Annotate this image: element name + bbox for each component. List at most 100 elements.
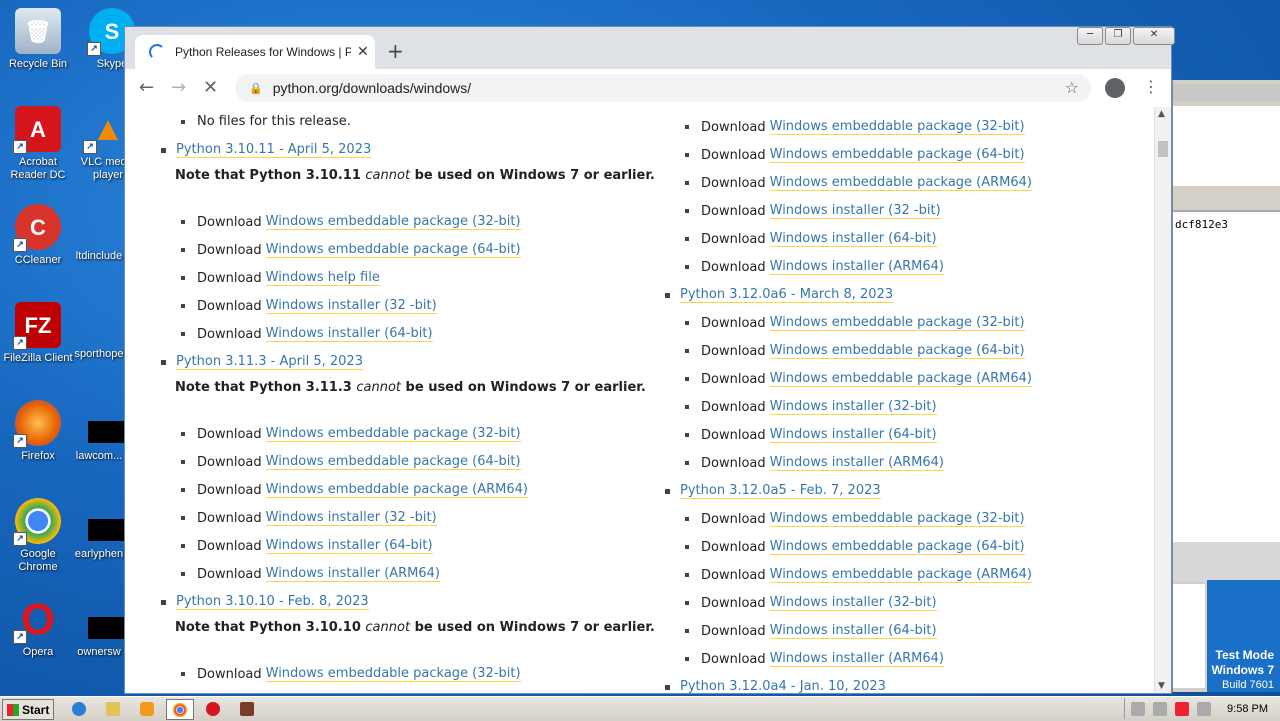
download-link[interactable]: Windows embeddable package (64-bit) <box>265 242 521 258</box>
url-text[interactable]: python.org/downloads/windows/ <box>273 80 471 96</box>
clock[interactable]: 9:58 PM <box>1227 703 1268 715</box>
new-tab-button[interactable]: + <box>387 39 404 63</box>
recycle-bin-label: Recycle Bin <box>8 58 68 70</box>
acrobat-label: Acrobat Reader DC <box>10 156 66 181</box>
no-files-text: No files for this release. <box>197 114 351 129</box>
address-bar[interactable]: 🔒 python.org/downloads/windows/ ☆ <box>235 74 1091 102</box>
speaker-icon[interactable] <box>1131 701 1146 716</box>
scrollbar-thumb[interactable] <box>1158 141 1168 157</box>
download-prefix: Download <box>197 270 262 286</box>
account-avatar-icon[interactable] <box>1105 78 1125 98</box>
start-button[interactable]: Start <box>2 699 54 720</box>
taskbar-app[interactable] <box>234 699 260 718</box>
taskbar-ie[interactable] <box>66 699 92 718</box>
download-link[interactable]: Windows embeddable package (64-bit) <box>769 147 1025 163</box>
bullet-icon <box>181 672 185 676</box>
release-link[interactable]: Python 3.12.0a6 - March 8, 2023 <box>680 287 894 303</box>
menu-kebab-icon[interactable]: ⋮ <box>1143 77 1159 96</box>
background-window[interactable]: dcf812e3 <box>1172 80 1280 692</box>
chrome-label: Google Chrome <box>18 548 58 573</box>
download-link[interactable]: Windows installer (64-bit) <box>769 231 937 247</box>
download-link[interactable]: Windows embeddable package (32-bit) <box>265 426 521 442</box>
download-prefix: Download <box>197 326 262 342</box>
back-arrow-icon[interactable]: ← <box>139 77 154 98</box>
chrome-window[interactable]: Python Releases for Windows | Pyth ✕ + ─… <box>124 26 1175 694</box>
download-link[interactable]: Windows embeddable package (32-bit) <box>265 214 521 230</box>
bullet-icon <box>161 599 166 605</box>
stop-loading-icon[interactable]: ✕ <box>203 77 218 98</box>
download-link[interactable]: Windows installer (64-bit) <box>769 623 937 639</box>
download-link[interactable]: Windows embeddable package (64-bit) <box>769 343 1025 359</box>
folder-icon <box>106 701 120 716</box>
release-item: Python 3.11.3 - April 5, 2023 <box>161 354 363 370</box>
close-window-button[interactable]: ✕ <box>1133 27 1175 45</box>
download-item: Download Windows embeddable package (32-b… <box>181 426 521 442</box>
download-link[interactable]: Windows embeddable package (32-bit) <box>265 666 521 682</box>
flag-icon[interactable] <box>1197 701 1212 716</box>
download-link[interactable]: Windows installer (64-bit) <box>265 326 433 342</box>
download-link[interactable]: Windows installer (64-bit) <box>265 538 433 554</box>
taskbar-opera[interactable] <box>200 699 226 718</box>
download-prefix: Download <box>701 343 766 359</box>
release-link[interactable]: Python 3.12.0a5 - Feb. 7, 2023 <box>680 483 881 499</box>
scroll-up-icon[interactable]: ▲ <box>1158 109 1165 119</box>
download-item: Download Windows embeddable package (32-b… <box>181 666 521 682</box>
background-window-text-pane <box>1173 210 1280 542</box>
start-label: Start <box>22 702 50 717</box>
list-item: No files for this release. <box>181 114 351 129</box>
download-link[interactable]: Windows embeddable package (ARM64) <box>265 482 529 498</box>
scroll-down-icon[interactable]: ▼ <box>1158 681 1165 691</box>
acrobat-shortcut[interactable]: A ↗ Acrobat Reader DC <box>0 106 76 182</box>
release-link[interactable]: Python 3.11.3 - April 5, 2023 <box>176 354 363 370</box>
download-link[interactable]: Windows embeddable package (ARM64) <box>769 175 1033 191</box>
release-link[interactable]: Python 3.12.0a4 - Jan. 10, 2023 <box>680 679 886 693</box>
download-item: Download Windows embeddable package (64-b… <box>685 539 1025 555</box>
tab-python-releases[interactable]: Python Releases for Windows | Pyth ✕ <box>135 35 375 69</box>
recycle-bin-shortcut[interactable]: 🗑 Recycle Bin <box>0 8 76 71</box>
download-prefix: Download <box>197 510 262 526</box>
bullet-icon <box>685 545 689 549</box>
download-link[interactable]: Windows embeddable package (32-bit) <box>769 119 1025 135</box>
download-link[interactable]: Windows installer (32-bit) <box>769 399 937 415</box>
download-link[interactable]: Windows embeddable package (32-bit) <box>769 315 1025 331</box>
download-link[interactable]: Windows installer (32 -bit) <box>265 510 437 526</box>
download-link[interactable]: Windows installer (64-bit) <box>769 427 937 443</box>
test-mode-watermark: Test Mode Windows 7 Build 7601 <box>1211 648 1274 692</box>
taskbar-explorer[interactable] <box>100 699 126 718</box>
bullet-icon <box>685 601 689 605</box>
download-link[interactable]: Windows embeddable package (ARM64) <box>769 567 1033 583</box>
download-link[interactable]: Windows help file <box>265 270 380 286</box>
download-link[interactable]: Windows installer (ARM64) <box>769 259 945 275</box>
system-tray: 9:58 PM <box>1124 698 1280 719</box>
download-link[interactable]: Windows embeddable package (64-bit) <box>769 539 1025 555</box>
download-link[interactable]: Windows installer (ARM64) <box>265 566 441 582</box>
minimize-button[interactable]: ─ <box>1077 27 1103 45</box>
page-scrollbar[interactable]: ▲ ▼ <box>1154 107 1171 693</box>
release-item: Python 3.12.0a6 - March 8, 2023 <box>665 287 894 303</box>
download-prefix: Download <box>701 259 766 275</box>
no-entry-icon[interactable] <box>1175 701 1190 716</box>
bullet-icon <box>181 276 185 280</box>
download-link[interactable]: Windows embeddable package (64-bit) <box>265 454 521 470</box>
download-link[interactable]: Windows embeddable package (ARM64) <box>769 371 1033 387</box>
download-item: Download Windows embeddable package (64-b… <box>181 454 521 470</box>
release-link[interactable]: Python 3.10.10 - Feb. 8, 2023 <box>176 594 369 610</box>
restore-button[interactable]: ❐ <box>1105 27 1131 45</box>
forward-arrow-icon[interactable]: → <box>171 77 186 98</box>
taskbar-chrome[interactable] <box>166 699 194 720</box>
download-link[interactable]: Windows installer (ARM64) <box>769 651 945 667</box>
release-link[interactable]: Python 3.10.11 - April 5, 2023 <box>176 142 372 158</box>
download-link[interactable]: Windows embeddable package (32-bit) <box>769 511 1025 527</box>
firefox-label: Firefox <box>21 450 55 462</box>
bookmark-star-icon[interactable]: ☆ <box>1065 78 1079 97</box>
download-link[interactable]: Windows installer (32-bit) <box>769 595 937 611</box>
lock-icon[interactable]: 🔒 <box>249 82 263 95</box>
taskbar-media-player[interactable] <box>134 699 160 718</box>
download-link[interactable]: Windows installer (32 -bit) <box>769 203 941 219</box>
chrome-shortcut[interactable]: ↗ Google Chrome <box>0 498 76 574</box>
network-icon[interactable] <box>1153 701 1168 716</box>
tab-close-icon[interactable]: ✕ <box>357 44 369 60</box>
download-item: Download Windows installer (ARM64) <box>685 651 945 667</box>
download-link[interactable]: Windows installer (32 -bit) <box>265 298 437 314</box>
download-link[interactable]: Windows installer (ARM64) <box>769 455 945 471</box>
